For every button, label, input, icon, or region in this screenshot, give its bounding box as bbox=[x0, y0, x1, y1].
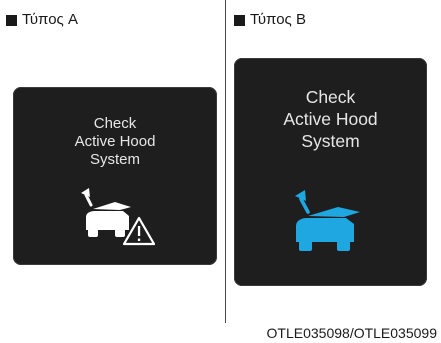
car-body-icon bbox=[296, 218, 354, 242]
message-line-2: Active Hood bbox=[283, 109, 378, 129]
message-line-2: Active Hood bbox=[74, 133, 156, 150]
hood-lift-arrow-icon bbox=[295, 190, 310, 214]
figure-code: OTLE035098/OTLE035099 bbox=[266, 325, 437, 341]
message-line-3: System bbox=[89, 151, 140, 168]
message-line-3: System bbox=[301, 131, 360, 151]
panel-divider bbox=[225, 0, 226, 323]
active-hood-icon bbox=[295, 190, 360, 251]
panel-b-label: Τύπος B bbox=[234, 11, 306, 29]
hood-lift-arrow-icon bbox=[81, 188, 93, 207]
active-hood-warning-icon bbox=[81, 188, 155, 246]
message-line-1: Check bbox=[305, 87, 356, 107]
panel-a-label: Τύπος A bbox=[6, 11, 78, 29]
warning-message-type-b: Check Active Hood System bbox=[234, 86, 427, 152]
panel-a-label-text: Τύπος A bbox=[22, 11, 78, 28]
cluster-display-type-b: Check Active Hood System bbox=[234, 58, 427, 286]
panel-b-label-text: Τύπος B bbox=[250, 11, 306, 28]
cluster-display-type-a: Check Active Hood System bbox=[13, 87, 217, 265]
message-line-1: Check bbox=[93, 115, 137, 132]
car-hood-icon bbox=[86, 202, 131, 237]
car-hood-icon bbox=[308, 207, 360, 217]
bullet-square-icon bbox=[6, 14, 17, 26]
warning-message-type-a: Check Active Hood System bbox=[13, 115, 217, 169]
bullet-square-icon bbox=[234, 14, 245, 26]
